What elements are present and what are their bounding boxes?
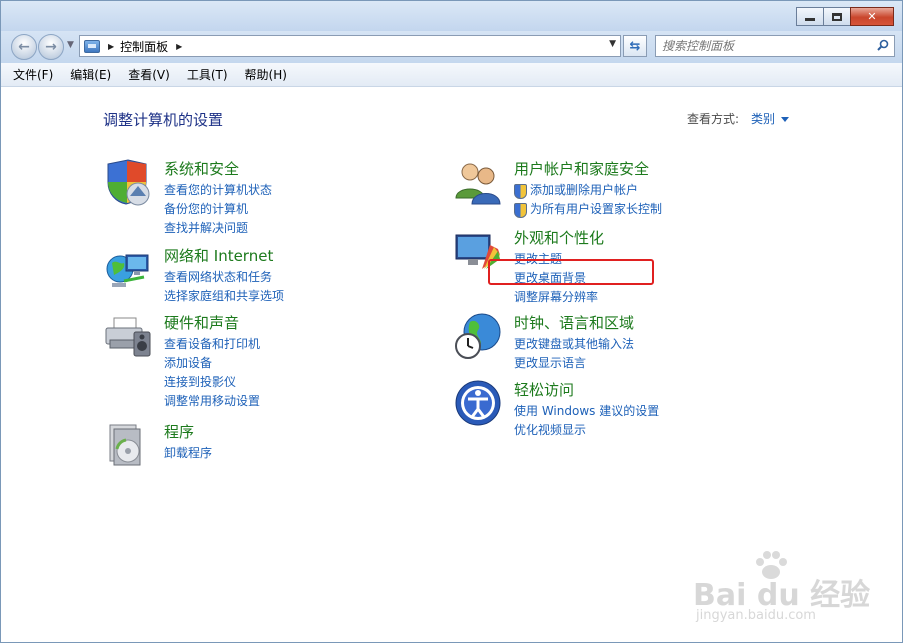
menu-tools[interactable]: 工具(T)	[187, 66, 228, 83]
address-bar[interactable]: ▶ 控制面板 ▶ ▼	[79, 35, 621, 57]
category-links: 添加或删除用户帐户 为所有用户设置家长控制	[514, 181, 662, 219]
recent-pages-dropdown[interactable]: ▼	[67, 40, 74, 50]
address-dropdown-icon[interactable]: ▼	[609, 39, 616, 49]
menu-view[interactable]: 查看(V)	[128, 66, 170, 83]
category-links: 查看网络状态和任务 选择家庭组和共享选项	[164, 268, 284, 306]
link-connect-projector[interactable]: 连接到投影仪	[164, 373, 260, 392]
category-title-hardware[interactable]: 硬件和声音	[164, 312, 239, 333]
baidu-watermark: Bai du 经验 jingyan.baidu.com	[693, 550, 870, 630]
category-title-clock-region[interactable]: 时钟、语言和区域	[514, 312, 634, 333]
forward-arrow-icon: →	[45, 39, 57, 55]
minimize-icon	[805, 18, 815, 21]
maximize-icon	[832, 12, 842, 21]
refresh-button[interactable]: ⇆	[623, 35, 647, 57]
link-uninstall-program[interactable]: 卸载程序	[164, 444, 212, 463]
page-title: 调整计算机的设置	[103, 111, 224, 129]
highlight-box	[488, 259, 654, 285]
link-mobility-settings[interactable]: 调整常用移动设置	[164, 392, 260, 411]
navigation-bar: ← → ▼ ▶ 控制面板 ▶ ▼ ⇆	[1, 31, 902, 63]
link-devices-printers[interactable]: 查看设备和打印机	[164, 335, 260, 354]
link-change-display-language[interactable]: 更改显示语言	[514, 354, 634, 373]
menu-help[interactable]: 帮助(H)	[245, 66, 287, 83]
category-title-system-security[interactable]: 系统和安全	[164, 158, 239, 179]
minimize-button[interactable]	[796, 7, 824, 26]
link-backup-computer[interactable]: 备份您的计算机	[164, 200, 272, 219]
watermark-url: jingyan.baidu.com	[696, 608, 816, 623]
link-view-computer-status[interactable]: 查看您的计算机状态	[164, 181, 272, 200]
link-change-keyboard[interactable]: 更改键盘或其他输入法	[514, 335, 634, 354]
category-title-programs[interactable]: 程序	[164, 421, 194, 442]
category-links: 卸载程序	[164, 444, 212, 463]
link-add-remove-users[interactable]: 添加或删除用户帐户	[514, 181, 662, 200]
menu-file[interactable]: 文件(F)	[13, 66, 53, 83]
link-screen-resolution[interactable]: 调整屏幕分辨率	[514, 288, 598, 307]
clock-globe-icon	[455, 313, 501, 359]
back-button[interactable]: ←	[11, 34, 37, 60]
category-links: 查看设备和打印机 添加设备 连接到投影仪 调整常用移动设置	[164, 335, 260, 411]
menu-bar: 文件(F) 编辑(E) 查看(V) 工具(T) 帮助(H)	[1, 63, 902, 87]
link-add-device[interactable]: 添加设备	[164, 354, 260, 373]
breadcrumb-control-panel[interactable]: 控制面板	[120, 38, 168, 55]
category-title-user-accounts[interactable]: 用户帐户和家庭安全	[514, 158, 649, 179]
back-arrow-icon: ←	[18, 39, 30, 55]
ease-of-access-icon	[455, 380, 501, 426]
network-globe-icon	[106, 254, 149, 287]
control-panel-icon	[84, 39, 100, 53]
category-links: 查看您的计算机状态 备份您的计算机 查找并解决问题	[164, 181, 272, 238]
refresh-icon: ⇆	[629, 38, 641, 54]
category-title-appearance[interactable]: 外观和个性化	[514, 227, 604, 248]
search-box[interactable]	[655, 35, 895, 57]
maximize-button[interactable]	[823, 7, 851, 26]
category-title-network[interactable]: 网络和 Internet	[164, 245, 273, 266]
close-button[interactable]: ✕	[850, 7, 894, 26]
breadcrumb-arrow-icon[interactable]: ▶	[176, 42, 182, 51]
window-controls: ✕	[796, 7, 894, 26]
link-windows-recommended-settings[interactable]: 使用 Windows 建议的设置	[514, 402, 659, 421]
category-title-ease-of-access[interactable]: 轻松访问	[514, 379, 574, 400]
chevron-down-icon[interactable]	[781, 117, 790, 122]
users-icon	[455, 163, 501, 205]
programs-icon	[109, 424, 141, 466]
title-bar: ✕	[1, 1, 902, 31]
breadcrumb-arrow-icon[interactable]: ▶	[108, 42, 114, 51]
link-parental-controls[interactable]: 为所有用户设置家长控制	[514, 200, 662, 219]
search-input[interactable]	[656, 36, 866, 56]
security-shield-icon	[107, 159, 150, 206]
content-area: 调整计算机的设置 查看方式: 类别 系统和安全 查看您的计算机状态 备份您的计算…	[1, 88, 902, 642]
link-optimize-visual-display[interactable]: 优化视频显示	[514, 421, 659, 440]
link-network-status[interactable]: 查看网络状态和任务	[164, 268, 284, 287]
view-by-label: 查看方式:	[687, 112, 740, 126]
link-troubleshoot[interactable]: 查找并解决问题	[164, 219, 272, 238]
category-links: 更改键盘或其他输入法 更改显示语言	[514, 335, 634, 373]
close-icon: ✕	[867, 10, 877, 23]
printer-icon	[105, 317, 151, 357]
control-panel-window: ✕ ← → ▼ ▶ 控制面板 ▶ ▼ ⇆ 文件(F) 编辑(E) 查看(V) 工…	[0, 0, 903, 643]
view-by-dropdown[interactable]: 类别	[751, 110, 790, 127]
menu-edit[interactable]: 编辑(E)	[70, 66, 111, 83]
view-by-value[interactable]: 类别	[751, 112, 775, 126]
forward-button[interactable]: →	[38, 34, 64, 60]
search-icon[interactable]	[877, 39, 889, 51]
category-links: 使用 Windows 建议的设置 优化视频显示	[514, 402, 659, 440]
link-homegroup-sharing[interactable]: 选择家庭组和共享选项	[164, 287, 284, 306]
